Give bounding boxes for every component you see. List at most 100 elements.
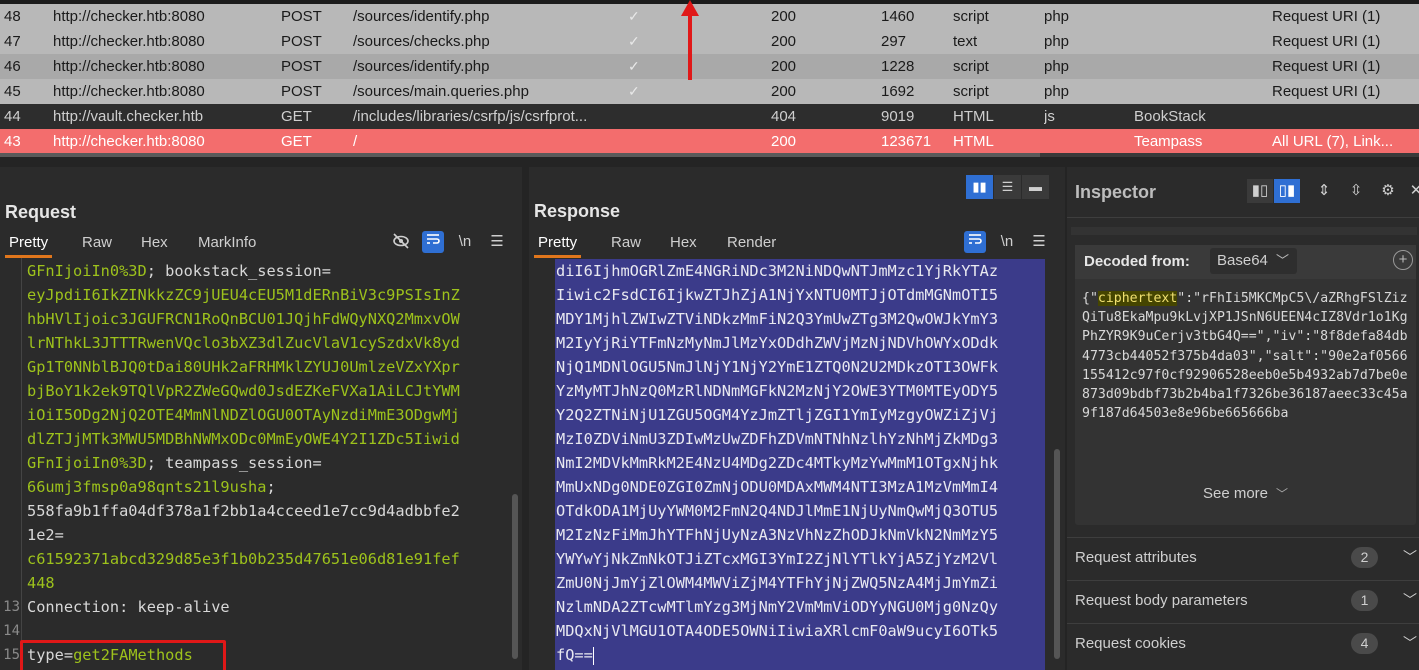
- line-number: [0, 451, 20, 475]
- decoded-value[interactable]: {"ciphertext":"rFhIi5MKCMpC5\/aZRhgFSlZi…: [1082, 289, 1412, 423]
- code-line: 66umj3fmsp0a98qnts21l9usha;: [27, 475, 276, 499]
- table-row[interactable]: 43 http://checker.htb:8080 GET / 200 123671 HT…: [0, 129, 1419, 154]
- add-decoding-icon[interactable]: +: [1393, 250, 1413, 270]
- cell-ext: php: [1044, 83, 1070, 100]
- line-number: [0, 475, 20, 499]
- code-line: bjBoY1k2ek9TQlVpR2ZWeGQwd0JsdEZKeFVXa1Ai…: [27, 379, 460, 403]
- cell-method: POST: [281, 83, 322, 100]
- expand-all-icon[interactable]: ⇕: [1311, 179, 1337, 203]
- code-line: Gp1T0NNblBJQ0tDai80UHk2aFRHMklZYUJ0Umlze…: [27, 355, 460, 379]
- decoding-select[interactable]: Base64 ﹀: [1210, 248, 1297, 274]
- cell-ext: js: [1044, 108, 1055, 125]
- code-token: NjQ1MDNlOGU5NmJlNjY1NjY2YmE1ZTQ0N2U2MDkz…: [556, 358, 999, 376]
- code-line: dlZTJjMTk3MWU5MDBhNWMxODc0MmEyOWE4Y2I1ZD…: [27, 427, 460, 451]
- code-token: 558fa9b1ffa04df378a1f2bb1a4cceed1e7cc9d4…: [27, 502, 460, 520]
- list-layout-icon[interactable]: ▮▯: [1247, 179, 1273, 203]
- code-token: ; bookstack_session=: [146, 262, 331, 280]
- stacked-layout-icon[interactable]: ☰: [994, 175, 1021, 199]
- newline-toggle[interactable]: \n: [454, 231, 476, 253]
- inspector-section[interactable]: Request body parameters 1 ﹀: [1067, 580, 1419, 620]
- tab-pretty[interactable]: Pretty: [533, 230, 582, 258]
- code-token: bjBoY1k2ek9TQlVpR2ZWeGQwd0JsdEZKeFVXa1Ai…: [27, 382, 460, 400]
- cell-mime: script: [953, 8, 989, 25]
- side-layout-icon[interactable]: ▯▮: [1274, 179, 1300, 203]
- horizontal-splitter[interactable]: [0, 157, 1419, 167]
- tab-markinfo[interactable]: MarkInfo: [198, 230, 256, 258]
- table-row[interactable]: 44 http://vault.checker.htb GET/includes/l…: [0, 104, 1419, 129]
- wrap-lines-icon[interactable]: [964, 231, 986, 253]
- response-body-selection[interactable]: diI6IjhmOGRlZmE4NGRiNDc3M2NiNDQwNTJmMzc1…: [555, 259, 1045, 670]
- code-token: Gp1T0NNblBJQ0tDai80UHk2aFRHMklZYUJ0Umlze…: [27, 358, 460, 376]
- code-token: eyJpdiI6IkZINkkzZC9jUEU4cEU5M1dERnBiV3c9…: [27, 286, 460, 304]
- code-line: NzlmNDA2ZTcwMTlmYzg3MjNmY2VmMmViODYyNGU0…: [556, 595, 998, 619]
- cell-id: 43: [4, 133, 21, 150]
- close-icon[interactable]: ✕: [1403, 179, 1419, 203]
- hide-nonprinting-icon[interactable]: [390, 231, 412, 253]
- side-by-side-layout-icon[interactable]: ▮▮: [966, 175, 993, 199]
- inspector-section[interactable]: Request attributes 2 ﹀: [1067, 537, 1419, 577]
- tab-raw[interactable]: Raw: [82, 230, 112, 258]
- scrollbar-thumb[interactable]: [512, 494, 518, 659]
- single-pane-layout-icon[interactable]: ▬: [1022, 175, 1049, 199]
- menu-icon[interactable]: ☰: [486, 231, 508, 253]
- code-line: 558fa9b1ffa04df378a1f2bb1a4cceed1e7cc9d4…: [27, 499, 460, 523]
- code-token: ;: [266, 478, 276, 496]
- menu-icon[interactable]: ☰: [1028, 231, 1050, 253]
- gear-icon[interactable]: ⚙: [1375, 179, 1401, 203]
- cell-check: ✓: [628, 83, 640, 99]
- inspector-section[interactable]: Request cookies 4 ﹀: [1067, 623, 1419, 663]
- tab-hex[interactable]: Hex: [141, 230, 168, 258]
- cell-ext: php: [1044, 8, 1070, 25]
- code-line: M2IyYjRiYTFmNzMyNmJlMzYxODdhZWVjMzNjNDVh…: [556, 331, 998, 355]
- newline-toggle[interactable]: \n: [996, 231, 1018, 253]
- code-token: NzlmNDA2ZTcwMTlmYzg3MjNmY2VmMmViODYyNGU0…: [556, 598, 999, 616]
- table-row[interactable]: 48 http://checker.htb:8080 POST/sources/id…: [0, 4, 1419, 29]
- line-number: [0, 403, 20, 427]
- table-row[interactable]: 46 http://checker.htb:8080 POST/sources/id…: [0, 54, 1419, 79]
- code-line: NjQ1MDNlOGU5NmJlNjY1NjY2YmE1ZTQ0N2U2MDkz…: [556, 355, 998, 379]
- decoded-from-label: Decoded from:: [1084, 253, 1190, 270]
- cell-notes: Request URI (1): [1272, 83, 1381, 100]
- tab-render[interactable]: Render: [727, 230, 776, 258]
- request-scrollbar[interactable]: [510, 259, 520, 670]
- line-number: [0, 571, 20, 595]
- scrollbar-thumb[interactable]: [1054, 449, 1060, 659]
- pane-splitter[interactable]: [522, 167, 529, 670]
- cell-status: 200: [771, 58, 797, 75]
- line-number: [0, 331, 20, 355]
- table-row[interactable]: 45 http://checker.htb:8080 POST/sources/ma…: [0, 79, 1419, 104]
- tab-pretty[interactable]: Pretty: [4, 230, 53, 258]
- wrap-lines-icon[interactable]: [422, 231, 444, 253]
- cell-method: POST: [281, 8, 322, 25]
- code-line: MmUxNDg0NDE0ZGI0ZmNjODU0MDAxMWM4NTI3MzA1…: [556, 475, 998, 499]
- cell-url: /: [353, 133, 358, 150]
- code-line: Y2Q2ZTNiNjU1ZGU5OGM4YzJmZTljZGI1YmIyMzgy…: [556, 403, 998, 427]
- cell-notes: Request URI (1): [1272, 33, 1381, 50]
- code-token: iOiI5ODg2NjQ2OTE4MmNlNDZlOGU0OTAyNzdiMmE…: [27, 406, 460, 424]
- code-token: M2IyYjRiYTFmNzMyNmJlMzYxODdhZWVjMzNjNDVh…: [556, 334, 999, 352]
- tab-raw[interactable]: Raw: [611, 230, 641, 258]
- code-line: MDQxNjVlMGU1OTA4ODE5OWNiIiwiaXRlcmF0aW9u…: [556, 619, 998, 643]
- cell-host: http://checker.htb:8080: [53, 83, 205, 100]
- inspector-title: Inspector: [1075, 182, 1157, 202]
- code-token: GFnIjoiIn0%3D: [27, 262, 147, 280]
- cell-mime: HTML: [953, 108, 994, 125]
- cell-id: 45: [4, 83, 21, 100]
- request-pane: Request Pretty Raw Hex MarkInfo \n ☰ GFn…: [0, 167, 522, 670]
- collapse-all-icon[interactable]: ⇳: [1343, 179, 1369, 203]
- highlighted-key: ciphertext: [1097, 291, 1178, 306]
- cell-url: /sources/identify.php: [353, 58, 490, 75]
- response-scrollbar[interactable]: [1052, 259, 1062, 670]
- cell-method: GET: [281, 108, 312, 125]
- code-token: YWYwYjNkZmNkOTJiZTcxMGI3YmI2ZjNlYTlkYjA5…: [556, 550, 999, 568]
- tab-hex[interactable]: Hex: [670, 230, 697, 258]
- code-token: : keep-alive: [119, 598, 230, 616]
- chevron-down-icon: ﹀: [1403, 549, 1417, 565]
- cell-mime: text: [953, 33, 978, 50]
- code-line: 1e2=: [27, 523, 64, 547]
- see-more-button[interactable]: See more ﹀: [1075, 485, 1416, 502]
- cell-mime: HTML: [953, 133, 994, 150]
- table-row[interactable]: 47 http://checker.htb:8080 POST/sources/ch…: [0, 29, 1419, 54]
- code-token: YzMyMTJhNzQ0MzRlNDNmMGFkN2MzNjY2OWE3YTM0…: [556, 382, 999, 400]
- count-badge: 4: [1351, 633, 1378, 654]
